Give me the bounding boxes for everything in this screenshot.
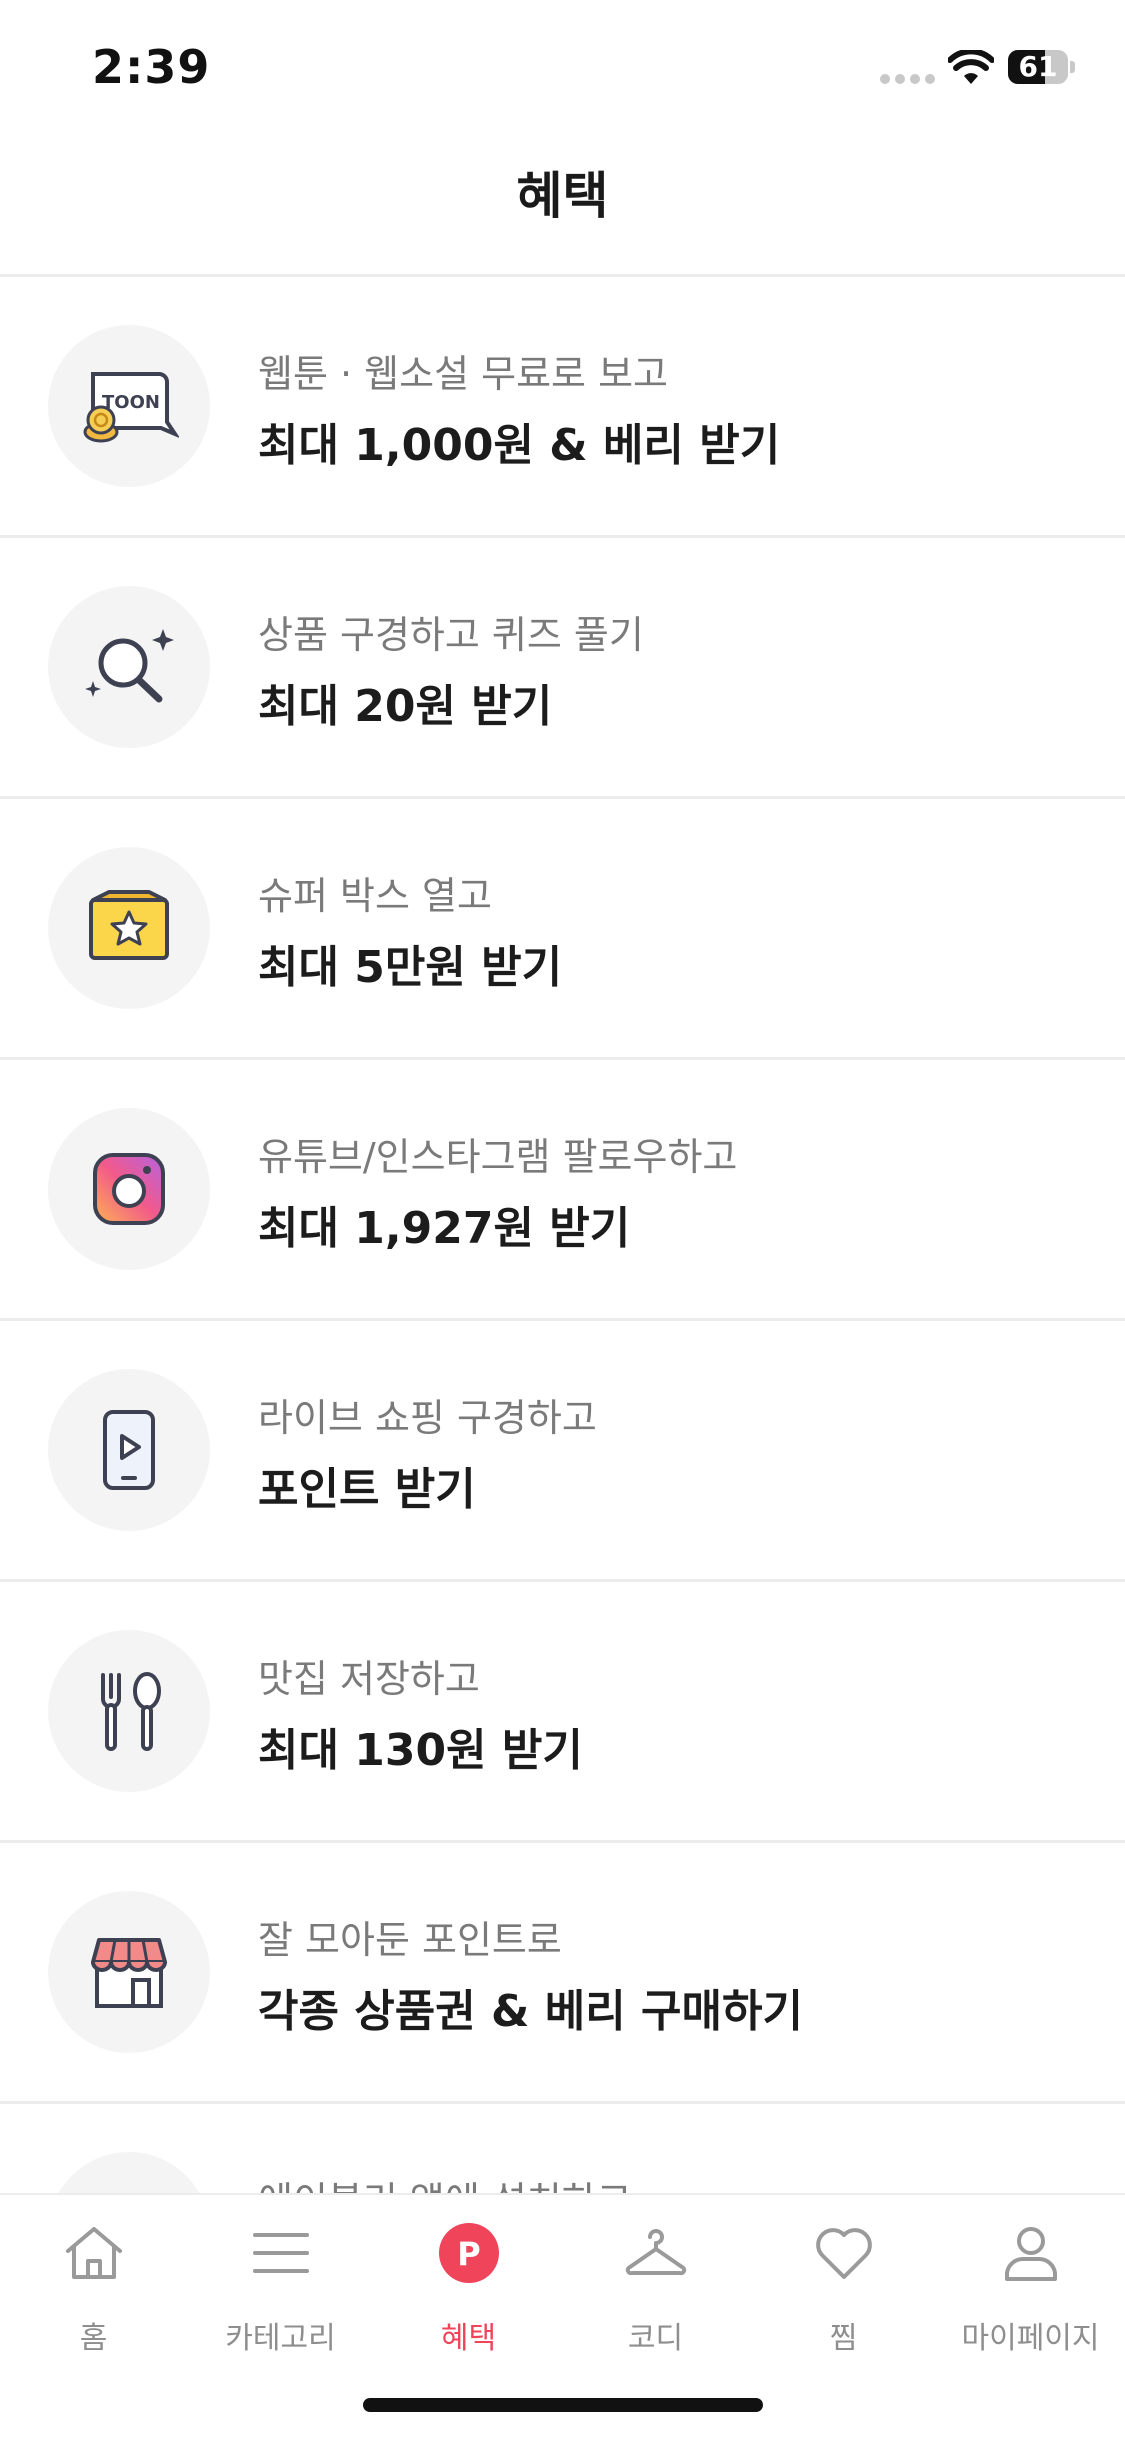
battery-icon: 61	[1008, 50, 1075, 86]
benefit-item-point-store[interactable]: 잘 모아둔 포인트로 각종 상품권 & 베리 구매하기	[0, 1843, 1125, 2104]
tab-codi[interactable]: 코디	[562, 2213, 749, 2363]
benefit-subtitle: 슈퍼 박스 열고	[258, 874, 492, 918]
home-indicator	[363, 2398, 763, 2412]
benefit-item-restaurant[interactable]: 맛집 저장하고 최대 130원 받기	[0, 1582, 1125, 1843]
tab-label: 혜택	[440, 2321, 497, 2356]
fork-spoon-icon	[101, 1672, 161, 1751]
tab-label: 카테고리	[225, 2321, 336, 2356]
hanger-icon	[625, 2229, 687, 2276]
tab-label: 마이페이지	[961, 2321, 1100, 2356]
tab-mypage[interactable]: 마이페이지	[937, 2213, 1124, 2363]
toon-icon: TOON	[83, 372, 179, 443]
tab-category[interactable]: 카테고리	[187, 2213, 374, 2363]
benefit-item-quiz[interactable]: 상품 구경하고 퀴즈 풀기 최대 20원 받기	[0, 538, 1125, 799]
benefit-item-follow[interactable]: 유튜브/인스타그램 팔로우하고 최대 1,927원 받기	[0, 1060, 1125, 1321]
page-header: 혜택	[0, 130, 1125, 277]
live-video-phone-icon	[103, 1410, 155, 1490]
app-install-icon	[79, 2183, 179, 2193]
benefit-item-app-install[interactable]: 에이블리 앱에 설치하고	[0, 2104, 1125, 2193]
store-icon	[91, 1938, 167, 2008]
signal-icon	[880, 74, 936, 86]
point-p-icon: P	[439, 2223, 499, 2283]
benefit-title: 최대 1,000원 & 베리 받기	[258, 420, 781, 471]
status-bar: 2:39 61	[0, 0, 1125, 130]
battery-level: 61	[1018, 50, 1058, 83]
tab-label: 코디	[627, 2321, 684, 2356]
tab-home[interactable]: 홈	[0, 2213, 187, 2363]
benefit-subtitle: 상품 구경하고 퀴즈 풀기	[258, 613, 644, 657]
home-icon	[66, 2227, 122, 2279]
benefit-list: TOON 웹툰 · 웹소설 무료로 보고 최대 1,000원 & 베리 받기 상…	[0, 277, 1125, 2193]
svg-text:P: P	[457, 2235, 480, 2273]
menu-icon	[253, 2233, 309, 2273]
wifi-icon	[948, 50, 994, 84]
tab-benefit[interactable]: P 혜택	[375, 2213, 562, 2363]
benefit-subtitle: 맛집 저장하고	[258, 1657, 480, 1701]
star-box-icon	[89, 890, 169, 960]
benefit-subtitle: 잘 모아둔 포인트로	[258, 1918, 562, 1962]
tab-wishlist[interactable]: 찜	[750, 2213, 937, 2363]
page-title: 혜택	[516, 167, 609, 225]
tab-label: 홈	[79, 2321, 108, 2356]
magnifier-sparkle-icon	[85, 629, 174, 703]
benefit-subtitle: 에이블리 앱에 설치하고	[258, 2170, 632, 2193]
benefit-subtitle: 웹툰 · 웹소설 무료로 보고	[258, 352, 668, 396]
heart-icon	[816, 2228, 872, 2279]
status-time: 2:39	[92, 40, 211, 94]
benefit-title: 최대 1,927원 받기	[258, 1203, 631, 1254]
benefit-subtitle: 유튜브/인스타그램 팔로우하고	[258, 1135, 738, 1179]
benefit-subtitle: 라이브 쇼핑 구경하고	[258, 1396, 597, 1440]
benefit-title: 각종 상품권 & 베리 구매하기	[258, 1986, 803, 2037]
instagram-icon	[93, 1153, 165, 1225]
benefit-title: 최대 5만원 받기	[258, 942, 563, 993]
tab-label: 찜	[829, 2321, 858, 2356]
benefit-item-super-box[interactable]: 슈퍼 박스 열고 최대 5만원 받기	[0, 799, 1125, 1060]
benefit-item-webtoon[interactable]: TOON 웹툰 · 웹소설 무료로 보고 최대 1,000원 & 베리 받기	[0, 277, 1125, 538]
benefit-title: 최대 20원 받기	[258, 681, 553, 732]
person-icon	[1005, 2227, 1057, 2281]
benefit-item-live-shopping[interactable]: 라이브 쇼핑 구경하고 포인트 받기	[0, 1321, 1125, 1582]
benefit-title: 최대 130원 받기	[258, 1725, 583, 1776]
benefit-title: 포인트 받기	[258, 1464, 476, 1515]
